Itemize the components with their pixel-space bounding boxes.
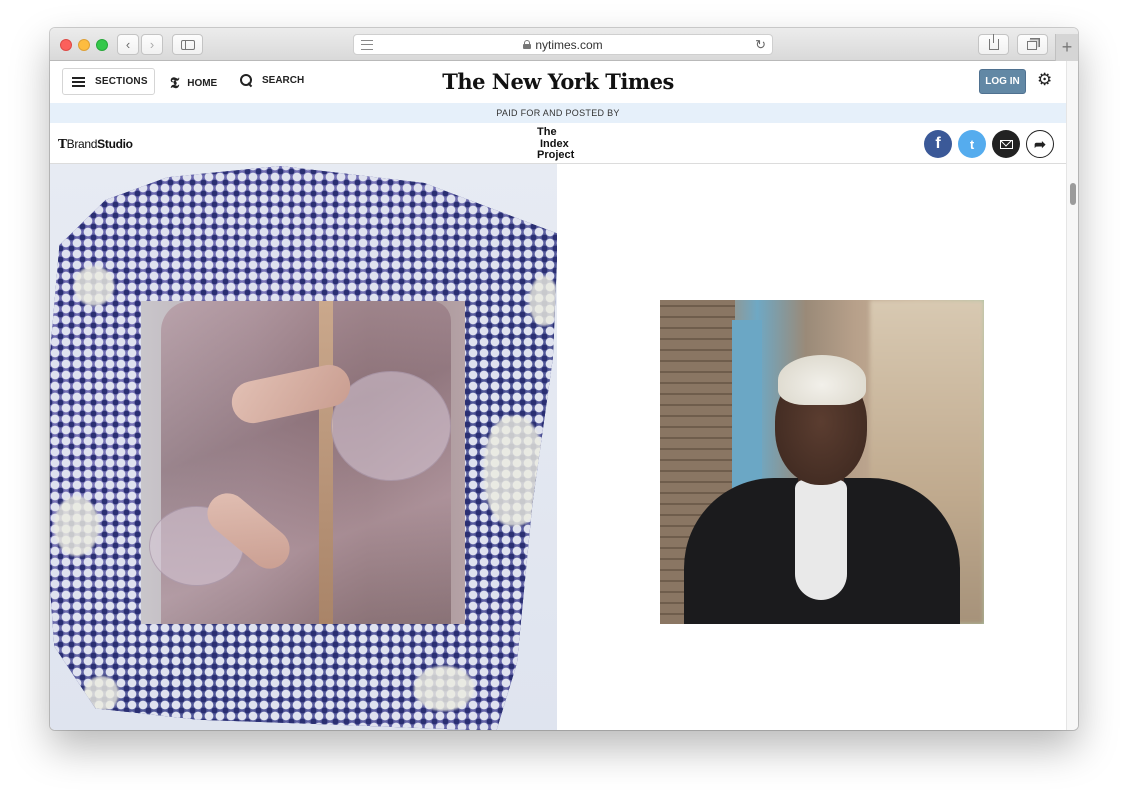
email-share-button[interactable] — [992, 130, 1020, 158]
sidebar-icon — [180, 39, 195, 50]
left-feature-image — [50, 164, 557, 730]
gear-icon[interactable]: ⚙ — [1037, 71, 1052, 88]
back-icon: ‹ — [125, 37, 131, 52]
back-button[interactable]: ‹ — [117, 34, 139, 55]
login-button[interactable]: LOG IN — [979, 69, 1026, 94]
twitter-share-button[interactable]: t — [958, 130, 986, 158]
address-bar[interactable]: nytimes.com ↻ — [353, 34, 773, 55]
brand-studio-logo[interactable]: TBrandStudio — [58, 137, 133, 151]
inner-garment-photo — [141, 301, 465, 624]
facebook-icon: f — [935, 135, 941, 152]
zoom-window-button[interactable] — [96, 39, 108, 51]
reader-icon[interactable] — [361, 40, 373, 50]
url-text: nytimes.com — [535, 37, 603, 52]
tabs-icon — [1026, 41, 1037, 50]
more-share-button[interactable]: ➦ — [1026, 130, 1054, 158]
page-scrollbar[interactable] — [1066, 61, 1078, 730]
reload-icon[interactable]: ↻ — [755, 37, 766, 53]
browser-window: ‹ › nytimes.com ↻ + SECTIONS 𝕿 HOME SEAR… — [50, 28, 1078, 730]
new-tab-icon: + — [1061, 37, 1073, 57]
twitter-icon: t — [969, 136, 975, 152]
paid-post-text: PAID FOR AND POSTED BY — [496, 108, 620, 118]
sidebar-button[interactable] — [172, 34, 203, 55]
close-window-button[interactable] — [60, 39, 72, 51]
nyt-logo[interactable]: The New York Times — [50, 69, 1066, 94]
new-tab-button[interactable]: + — [1055, 34, 1078, 61]
share-icon — [988, 34, 999, 50]
sponsor-logo[interactable]: The Index Project — [537, 126, 574, 162]
minimize-window-button[interactable] — [78, 39, 90, 51]
facebook-share-button[interactable]: f — [924, 130, 952, 158]
forward-icon: › — [149, 37, 155, 52]
tabs-button[interactable] — [1017, 34, 1048, 55]
share-button[interactable] — [978, 34, 1009, 55]
scrollbar-thumb[interactable] — [1070, 183, 1076, 205]
lock-icon — [523, 40, 532, 49]
share-arrow-icon: ➦ — [1034, 135, 1046, 152]
browser-toolbar: ‹ › nytimes.com ↻ + — [50, 28, 1078, 61]
brand-bar: TBrandStudio The Index Project f t ➦ — [50, 123, 1066, 164]
forward-button[interactable]: › — [141, 34, 163, 55]
mail-icon — [999, 139, 1013, 149]
paid-post-banner: PAID FOR AND POSTED BY — [50, 103, 1066, 123]
site-header: SECTIONS 𝕿 HOME SEARCH The New York Time… — [50, 61, 1066, 103]
right-portrait-image — [660, 300, 984, 624]
